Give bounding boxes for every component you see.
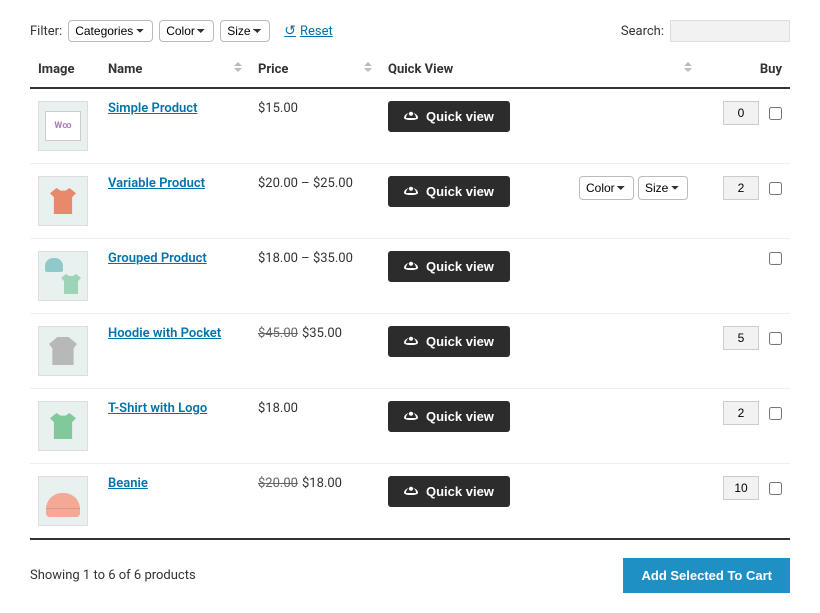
table-row: W∞ Simple Product $15.00 Quick view bbox=[30, 88, 790, 164]
product-thumb bbox=[43, 256, 83, 296]
quickview-label: Quick view bbox=[426, 184, 494, 199]
variation-size[interactable]: Size bbox=[638, 176, 688, 200]
col-price[interactable]: Price bbox=[250, 52, 380, 88]
product-thumb bbox=[46, 334, 80, 368]
buy-checkbox[interactable] bbox=[769, 407, 782, 420]
product-link[interactable]: Simple Product bbox=[108, 101, 197, 116]
qty-input[interactable] bbox=[723, 326, 759, 350]
filter-label: Filter: bbox=[30, 24, 62, 39]
product-thumb bbox=[46, 409, 80, 443]
quickview-button[interactable]: Quick view bbox=[388, 101, 510, 132]
eye-icon bbox=[404, 413, 418, 420]
price: $18.00 bbox=[302, 476, 342, 491]
buy-checkbox[interactable] bbox=[769, 332, 782, 345]
table-row: Beanie $20.00 $18.00 Quick view bbox=[30, 464, 790, 540]
reset-link[interactable]: ↺ Reset bbox=[284, 23, 333, 39]
quickview-button[interactable]: Quick view bbox=[388, 251, 510, 282]
eye-icon bbox=[404, 263, 418, 270]
product-thumb bbox=[46, 184, 80, 218]
quickview-label: Quick view bbox=[426, 484, 494, 499]
quickview-button[interactable]: Quick view bbox=[388, 326, 510, 357]
filter-size[interactable]: Size bbox=[220, 20, 270, 42]
buy-checkbox[interactable] bbox=[769, 182, 782, 195]
quickview-label: Quick view bbox=[426, 334, 494, 349]
reset-label: Reset bbox=[300, 24, 333, 39]
buy-checkbox[interactable] bbox=[769, 252, 782, 265]
search-input[interactable] bbox=[670, 20, 790, 42]
undo-icon: ↺ bbox=[284, 23, 296, 39]
qty-input[interactable] bbox=[723, 101, 759, 125]
col-buy: Buy bbox=[700, 52, 790, 88]
product-link[interactable]: Hoodie with Pocket bbox=[108, 326, 221, 341]
eye-icon bbox=[404, 338, 418, 345]
search-label: Search: bbox=[621, 24, 664, 39]
table-row: T-Shirt with Logo $18.00 Quick view bbox=[30, 389, 790, 464]
col-name[interactable]: Name bbox=[100, 52, 250, 88]
table-row: Grouped Product $18.00 – $35.00 Quick view bbox=[30, 239, 790, 314]
qty-input[interactable] bbox=[723, 476, 759, 500]
col-image: Image bbox=[30, 52, 100, 88]
product-thumb bbox=[46, 493, 80, 517]
quickview-button[interactable]: Quick view bbox=[388, 476, 510, 507]
price: $18.00 bbox=[258, 401, 298, 416]
filter-color[interactable]: Color bbox=[159, 20, 214, 42]
table-row: Variable Product $20.00 – $25.00 Quick vie… bbox=[30, 164, 790, 239]
filter-bar: Filter: Categories Color Size ↺ Reset bbox=[30, 20, 333, 42]
eye-icon bbox=[404, 488, 418, 495]
product-thumb: W∞ bbox=[45, 111, 81, 141]
add-selected-button[interactable]: Add Selected To Cart bbox=[623, 558, 790, 593]
quickview-label: Quick view bbox=[426, 259, 494, 274]
product-link[interactable]: T-Shirt with Logo bbox=[108, 401, 207, 416]
col-variations[interactable] bbox=[520, 52, 700, 88]
quickview-button[interactable]: Quick view bbox=[388, 176, 510, 207]
price: $18.00 – $35.00 bbox=[258, 251, 353, 266]
product-link[interactable]: Variable Product bbox=[108, 176, 205, 191]
eye-icon bbox=[404, 113, 418, 120]
price: $15.00 bbox=[258, 101, 298, 116]
price: $20.00 – $25.00 bbox=[258, 176, 353, 191]
price: $35.00 bbox=[302, 326, 342, 341]
filter-categories[interactable]: Categories bbox=[68, 20, 153, 42]
quickview-label: Quick view bbox=[426, 409, 494, 424]
qty-input[interactable] bbox=[723, 401, 759, 425]
product-table: Image Name Price Quick View Buy W∞ Simple… bbox=[30, 52, 790, 540]
quickview-button[interactable]: Quick view bbox=[388, 401, 510, 432]
product-link[interactable]: Beanie bbox=[108, 476, 148, 491]
showing-text: Showing 1 to 6 of 6 products bbox=[30, 568, 196, 583]
old-price: $45.00 bbox=[258, 326, 298, 341]
quickview-label: Quick view bbox=[426, 109, 494, 124]
variation-color[interactable]: Color bbox=[579, 176, 634, 200]
buy-checkbox[interactable] bbox=[769, 482, 782, 495]
search-group: Search: bbox=[621, 20, 790, 42]
old-price: $20.00 bbox=[258, 476, 298, 491]
col-quickview: Quick View bbox=[380, 52, 520, 88]
qty-input[interactable] bbox=[723, 176, 759, 200]
product-link[interactable]: Grouped Product bbox=[108, 251, 207, 266]
table-row: Hoodie with Pocket $45.00 $35.00 Quick view bbox=[30, 314, 790, 389]
buy-checkbox[interactable] bbox=[769, 107, 782, 120]
eye-icon bbox=[404, 188, 418, 195]
